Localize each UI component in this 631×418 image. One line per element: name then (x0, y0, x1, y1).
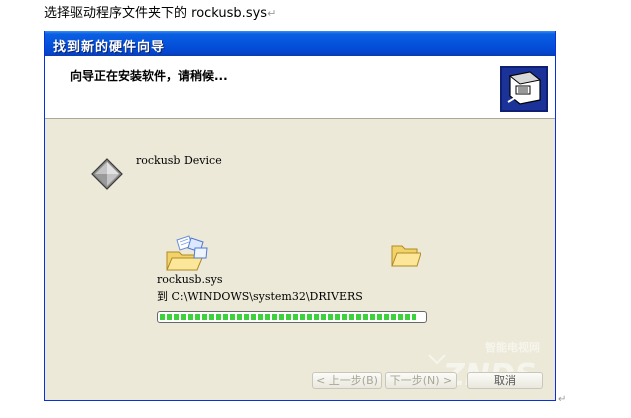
caption-text: 选择驱动程序文件夹下的 rockusb.sys (44, 6, 268, 21)
copy-progress-bar (157, 311, 427, 323)
hardware-wizard-icon (500, 66, 548, 112)
device-diamond-icon (91, 158, 123, 190)
back-button[interactable]: < 上一步(B) (312, 372, 382, 389)
folder-icon (391, 245, 421, 267)
page-caption: 选择驱动程序文件夹下的 rockusb.sys↵ (44, 2, 276, 21)
window-titlebar[interactable]: 找到新的硬件向导 (45, 31, 555, 56)
device-name: rockusb Device (136, 154, 222, 167)
wizard-status-text: 向导正在安装软件，请稍候... (70, 69, 228, 83)
copy-destination: 到 C:\WINDOWS\system32\DRIVERS (157, 290, 363, 303)
paragraph-mark: ↵ (267, 7, 277, 20)
copy-progress-fill (160, 314, 417, 320)
window-title: 找到新的硬件向导 (53, 40, 166, 55)
flying-papers-folder-icon (166, 235, 208, 271)
cancel-button[interactable]: 取消 (467, 372, 543, 389)
wizard-body: rockusb Device rockusb.sys 到 C:\WINDOWS\… (45, 119, 555, 400)
wizard-header: 向导正在安装软件，请稍候... (45, 56, 555, 119)
copy-file-name: rockusb.sys (157, 273, 223, 286)
next-button[interactable]: 下一步(N) > (385, 372, 457, 389)
paragraph-mark-bottom: ↵ (558, 394, 567, 405)
watermark-top-text: 智能电视网 (485, 340, 540, 354)
new-hardware-wizard-dialog: 找到新的硬件向导 向导正在安装软件，请稍候... rockusb Device (44, 31, 556, 401)
